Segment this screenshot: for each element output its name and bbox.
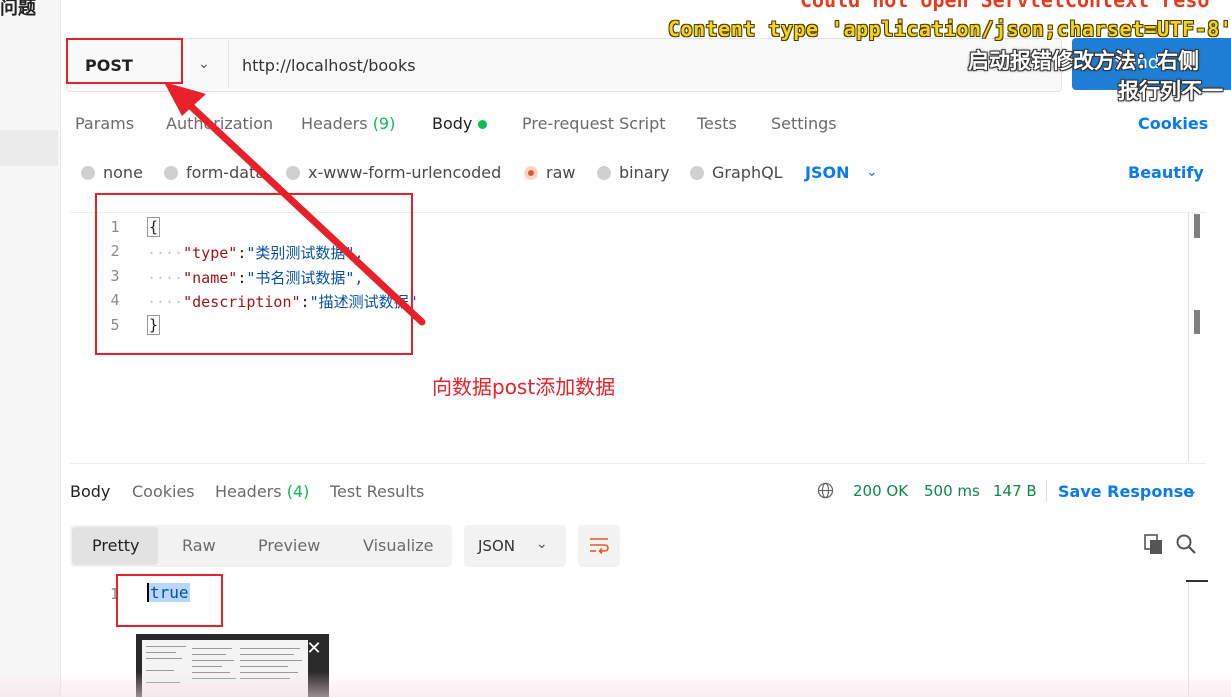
annotation-note: 向数据post添加数据 (432, 375, 616, 399)
error-overlay-line2: Content type 'application/json;charset=U… (668, 17, 1231, 41)
annotation-arrow (164, 82, 426, 326)
caption-line2: 报行列不一 (1118, 79, 1223, 103)
error-overlay-line1: Could not open ServletContext reso (800, 0, 1210, 12)
caption-line1: 启动报错修改方法：右侧 (968, 49, 1199, 73)
